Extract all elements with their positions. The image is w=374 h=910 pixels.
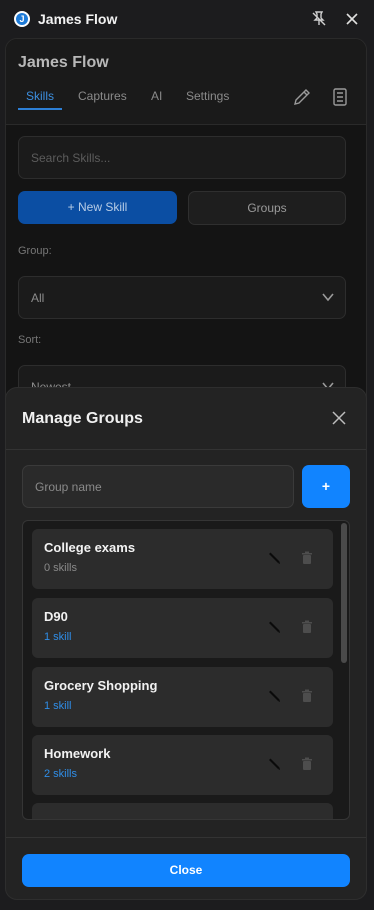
trash-icon[interactable]	[300, 756, 314, 772]
divider	[6, 449, 366, 450]
close-button[interactable]: Close	[22, 854, 350, 887]
search-input[interactable]: Search Skills...	[18, 136, 346, 179]
edit-icon[interactable]	[266, 619, 282, 635]
chevron-down-icon	[322, 293, 334, 302]
group-filter-label: Group:	[18, 245, 52, 257]
add-group-button[interactable]: +	[302, 465, 350, 508]
panel-header: James Flow Skills Captures AI Settings	[6, 39, 366, 125]
group-name: Homework	[44, 746, 111, 761]
list-item: Grocery Shopping 1 skill	[32, 667, 333, 727]
groups-list[interactable]: College exams 0 skills D90 1 skill Groce…	[22, 520, 350, 820]
groups-button[interactable]: Groups	[188, 191, 346, 225]
pin-off-icon[interactable]	[310, 10, 328, 28]
app-logo-letter: J	[16, 13, 28, 25]
title-bar: J James Flow	[0, 0, 374, 38]
notebook-icon[interactable]	[330, 87, 350, 107]
manage-groups-modal: Manage Groups + College exams 0 skills D…	[5, 387, 367, 900]
tab-skills[interactable]: Skills	[26, 89, 54, 103]
trash-icon[interactable]	[300, 550, 314, 566]
modal-title: Manage Groups	[22, 410, 143, 427]
group-name: College exams	[44, 540, 136, 555]
edit-icon[interactable]	[266, 550, 282, 566]
tab-ai[interactable]: AI	[151, 89, 162, 103]
sort-label: Sort:	[18, 334, 42, 346]
group-count: 0 skills	[44, 562, 78, 574]
group-count: 1 skill	[44, 700, 72, 712]
edit-icon[interactable]	[266, 688, 282, 704]
group-count: 1 skill	[44, 631, 72, 643]
list-item: Homework 2 skills	[32, 735, 333, 795]
scrollbar[interactable]	[341, 523, 347, 663]
trash-icon[interactable]	[300, 619, 314, 635]
new-skill-button[interactable]: + New Skill	[18, 191, 177, 224]
group-select[interactable]: All	[18, 276, 346, 319]
close-icon[interactable]	[331, 410, 347, 426]
group-select-value: All	[31, 291, 45, 305]
window-title: James Flow	[38, 11, 118, 27]
group-name: Grocery Shopping	[44, 678, 158, 693]
tab-settings[interactable]: Settings	[186, 89, 229, 103]
group-name-input[interactable]	[22, 465, 294, 508]
list-item: D90 1 skill	[32, 598, 333, 658]
divider	[6, 837, 366, 838]
group-name: D90	[44, 609, 68, 624]
pencil-icon[interactable]	[292, 87, 312, 107]
app-logo-icon: J	[14, 11, 30, 27]
edit-icon[interactable]	[266, 756, 282, 772]
tab-active-indicator	[18, 108, 62, 110]
list-item	[32, 803, 333, 819]
tab-captures[interactable]: Captures	[78, 89, 127, 103]
close-icon[interactable]	[343, 10, 361, 28]
list-item: College exams 0 skills	[32, 529, 333, 589]
panel-title: James Flow	[18, 54, 109, 71]
group-count: 2 skills	[44, 768, 78, 780]
trash-icon[interactable]	[300, 688, 314, 704]
